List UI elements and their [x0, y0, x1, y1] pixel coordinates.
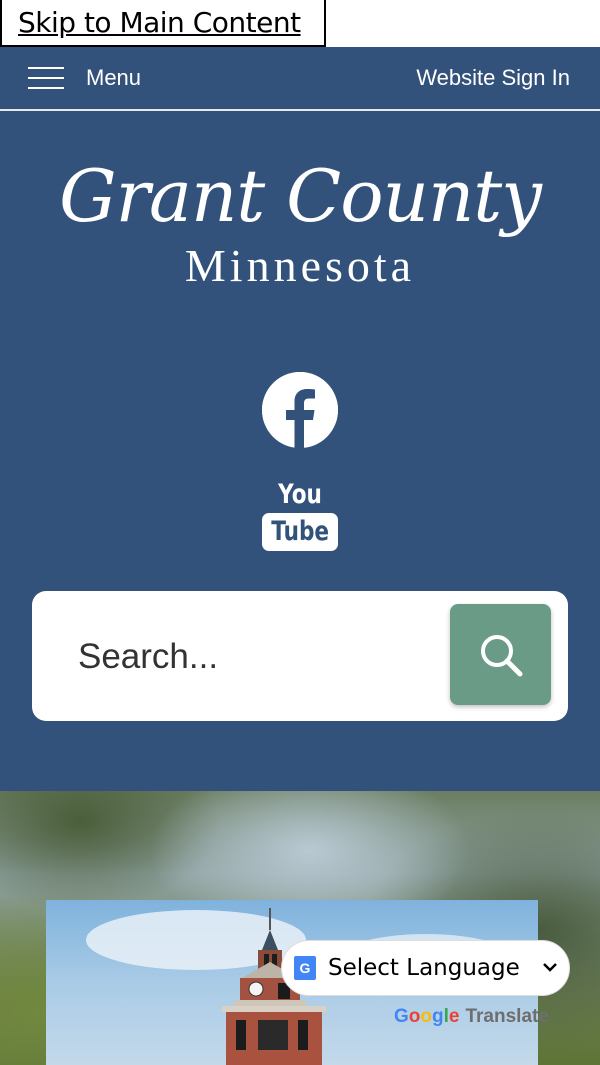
facebook-icon: [262, 372, 338, 448]
hero-section: Grant County Minnesota You Tube: [0, 111, 600, 791]
logo-state-name: Minnesota: [184, 240, 416, 291]
search-input[interactable]: [78, 629, 438, 685]
facebook-link[interactable]: [262, 372, 338, 448]
youtube-tube-text: Tube: [271, 516, 329, 547]
top-bar: Menu Website Sign In: [0, 47, 600, 111]
chevron-down-icon: [543, 963, 557, 972]
website-sign-in-link[interactable]: Website Sign In: [416, 65, 570, 91]
search-icon: [480, 634, 522, 676]
youtube-you-text: You: [278, 479, 322, 510]
google-translate-icon: G: [294, 956, 316, 980]
translate-wordmark: Translate: [465, 1006, 549, 1027]
language-select-label: Select Language: [328, 955, 520, 981]
google-wordmark: Google: [394, 1006, 460, 1027]
skip-to-main-content-link[interactable]: Skip to Main Content: [18, 6, 301, 39]
powered-by-google-translate[interactable]: Google Translate: [394, 1006, 549, 1028]
search-button[interactable]: [450, 604, 551, 705]
skip-link-container: Skip to Main Content: [0, 0, 326, 47]
youtube-link[interactable]: You Tube: [262, 479, 338, 555]
hamburger-icon: [28, 66, 64, 90]
menu-label: Menu: [86, 65, 142, 90]
site-logo[interactable]: Grant County Minnesota: [0, 151, 600, 291]
menu-button[interactable]: Menu: [28, 65, 141, 91]
logo-county-name: Grant County: [59, 154, 542, 238]
search-box: [32, 591, 568, 721]
youtube-tube-badge: Tube: [262, 513, 338, 551]
language-select[interactable]: G Select Language: [281, 940, 570, 996]
